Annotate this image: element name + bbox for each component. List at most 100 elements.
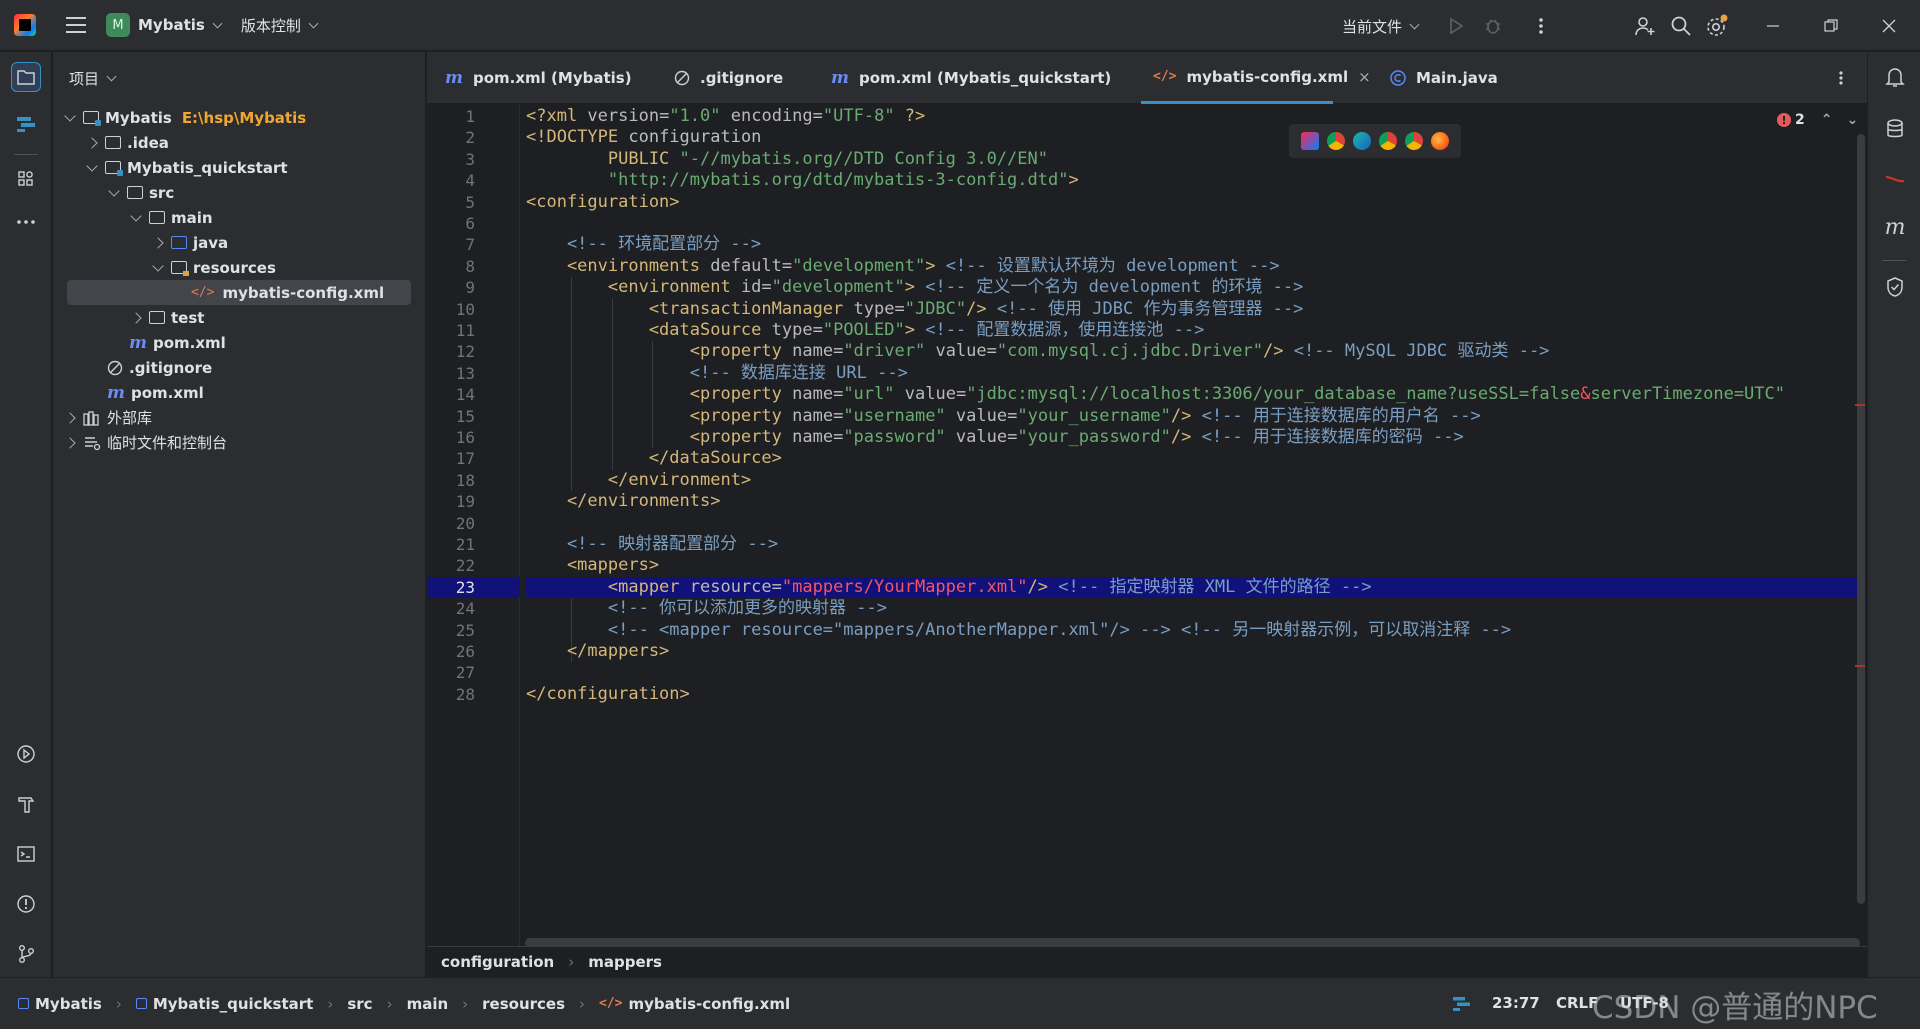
code-line[interactable]: <mappers>: [526, 555, 1864, 576]
project-folder-icon[interactable]: [11, 62, 41, 92]
line-number[interactable]: 24: [456, 598, 475, 619]
tree-item-gitignore[interactable]: .gitignore: [53, 355, 426, 380]
line-number[interactable]: 23: [456, 577, 475, 598]
terminal-icon[interactable]: [11, 839, 41, 869]
tree-item-mybatis-quickstart[interactable]: Mybatis_quickstart: [53, 155, 426, 180]
run-icon[interactable]: [1443, 13, 1469, 39]
code-line[interactable]: <property name="driver" value="com.mysql…: [526, 341, 1864, 362]
security-shield-icon[interactable]: [1880, 272, 1910, 302]
error-stripe-mark[interactable]: [1855, 665, 1865, 667]
add-user-icon[interactable]: [1632, 13, 1658, 39]
line-number[interactable]: 2: [465, 127, 475, 148]
status-path-main[interactable]: main: [407, 995, 449, 1013]
line-number[interactable]: 13: [456, 363, 475, 384]
code-line[interactable]: <environments default="development"> <!-…: [526, 256, 1864, 277]
code-line[interactable]: </configuration>: [526, 684, 1864, 705]
code-line[interactable]: </environment>: [526, 470, 1864, 491]
tree-item-resources[interactable]: resources: [53, 255, 426, 280]
notifications-bell-icon[interactable]: [1880, 62, 1910, 92]
tree-item-external-libraries[interactable]: 外部库: [53, 405, 426, 430]
git-icon[interactable]: [11, 939, 41, 969]
main-menu-icon[interactable]: [66, 17, 86, 33]
code-line[interactable]: <property name="username" value="your_us…: [526, 406, 1864, 427]
problems-icon[interactable]: [11, 889, 41, 919]
line-number[interactable]: 8: [465, 256, 475, 277]
code-line[interactable]: <!-- <mapper resource="mappers/AnotherMa…: [526, 620, 1864, 641]
intellij-browser-icon[interactable]: [1301, 132, 1319, 150]
line-number[interactable]: 1: [465, 106, 475, 127]
tree-item-pom-quickstart[interactable]: m pom.xml: [53, 330, 426, 355]
line-number[interactable]: 19: [456, 491, 475, 512]
chromium-icon[interactable]: [1405, 132, 1423, 150]
code-line[interactable]: <!-- 环境配置部分 -->: [526, 234, 1864, 255]
code-line[interactable]: <mapper resource="mappers/YourMapper.xml…: [526, 576, 1864, 599]
tree-item-pom-root[interactable]: m pom.xml: [53, 380, 426, 405]
line-number[interactable]: 17: [456, 448, 475, 469]
code-editor[interactable]: 1 2 3 4 5 6 7 8 9 10 11 12 13 14 15 16 17 18 19 20 21 22 23 24 2…: [427, 104, 1867, 948]
code-line[interactable]: </mappers>: [526, 641, 1864, 662]
cursor-position[interactable]: 23:77: [1492, 994, 1540, 1012]
line-number[interactable]: 26: [456, 641, 475, 662]
line-number[interactable]: 28: [456, 684, 475, 705]
vcs-menu[interactable]: 版本控制: [241, 15, 319, 36]
status-path-resources[interactable]: resources: [482, 995, 565, 1013]
line-number-gutter[interactable]: 1 2 3 4 5 6 7 8 9 10 11 12 13 14 15 16 17 18 19 20 21 22 23 24 2…: [427, 104, 520, 946]
code-line[interactable]: [526, 513, 1864, 534]
services-icon[interactable]: [11, 739, 41, 769]
code-line[interactable]: <?xml version="1.0" encoding="UTF-8" ?>: [526, 106, 1864, 127]
line-number[interactable]: 14: [456, 384, 475, 405]
tree-item-idea[interactable]: .idea: [53, 130, 426, 155]
tab-more-icon[interactable]: [1838, 52, 1844, 104]
code-line[interactable]: PUBLIC "-//mybatis.org//DTD Config 3.0//…: [526, 149, 1864, 170]
status-path-file[interactable]: </> mybatis-config.xml: [599, 995, 790, 1013]
line-number[interactable]: 21: [456, 534, 475, 555]
code-line[interactable]: [526, 213, 1864, 234]
line-number[interactable]: 6: [465, 213, 475, 234]
run-config-selector[interactable]: 当前文件: [1342, 16, 1420, 37]
line-number[interactable]: 18: [456, 470, 475, 491]
tree-item-mybatis-config[interactable]: </> mybatis-config.xml: [67, 280, 411, 305]
more-actions-icon[interactable]: [1528, 13, 1554, 39]
tree-item-src[interactable]: src: [53, 180, 426, 205]
project-switcher[interactable]: M Mybatis: [106, 13, 223, 37]
line-number[interactable]: 7: [465, 234, 475, 255]
settings-gear-icon[interactable]: [1704, 13, 1730, 39]
minimize-icon[interactable]: [1760, 13, 1786, 39]
breadcrumb-configuration[interactable]: configuration: [441, 953, 554, 971]
tree-item-mybatis[interactable]: Mybatis E:\hsp\Mybatis: [53, 105, 426, 130]
maven-sidebar-icon[interactable]: [1880, 164, 1910, 194]
line-number[interactable]: 5: [465, 192, 475, 213]
prev-highlight-icon[interactable]: ⌃: [1821, 112, 1833, 128]
status-path-quickstart[interactable]: Mybatis_quickstart: [135, 995, 313, 1013]
search-icon[interactable]: [1668, 13, 1694, 39]
vertical-scrollbar[interactable]: [1857, 134, 1865, 904]
code-line[interactable]: </environments>: [526, 491, 1864, 512]
line-number[interactable]: 22: [456, 555, 475, 576]
code-line[interactable]: <property name="url" value="jdbc:mysql:/…: [526, 384, 1864, 405]
line-number[interactable]: 11: [456, 320, 475, 341]
tree-item-scratches[interactable]: 临时文件和控制台: [53, 430, 426, 455]
edge-icon[interactable]: [1353, 132, 1371, 150]
tab-gitignore[interactable]: .gitignore: [674, 52, 783, 104]
more-tools-icon[interactable]: [11, 207, 41, 237]
code-line[interactable]: <property name="password" value="your_pa…: [526, 427, 1864, 448]
tab-main-java[interactable]: Main.java: [1390, 52, 1498, 104]
code-line[interactable]: "http://mybatis.org/dtd/mybatis-3-config…: [526, 170, 1864, 191]
tab-mybatis-config[interactable]: </> mybatis-config.xml ×: [1141, 52, 1371, 104]
code-line[interactable]: <!-- 你可以添加更多的映射器 -->: [526, 598, 1864, 619]
code-line[interactable]: <transactionManager type="JDBC"/> <!-- 使…: [526, 299, 1864, 320]
code-line[interactable]: </dataSource>: [526, 448, 1864, 469]
code-line[interactable]: <dataSource type="POOLED"> <!-- 配置数据源，使用…: [526, 320, 1864, 341]
code-area[interactable]: <?xml version="1.0" encoding="UTF-8" ?> <…: [526, 104, 1864, 946]
tab-close-icon[interactable]: ×: [1358, 68, 1371, 86]
breadcrumb-mappers[interactable]: mappers: [588, 953, 662, 971]
tab-pom-quickstart[interactable]: m pom.xml (Mybatis_quickstart): [831, 52, 1111, 104]
close-icon[interactable]: [1876, 13, 1902, 39]
line-number[interactable]: 3: [465, 149, 475, 170]
tree-item-main[interactable]: main: [53, 205, 426, 230]
line-number[interactable]: 15: [456, 406, 475, 427]
tree-item-test[interactable]: test: [53, 305, 426, 330]
code-line[interactable]: [526, 662, 1864, 683]
intellij-logo-icon[interactable]: [14, 14, 36, 36]
code-line[interactable]: <!-- 映射器配置部分 -->: [526, 534, 1864, 555]
